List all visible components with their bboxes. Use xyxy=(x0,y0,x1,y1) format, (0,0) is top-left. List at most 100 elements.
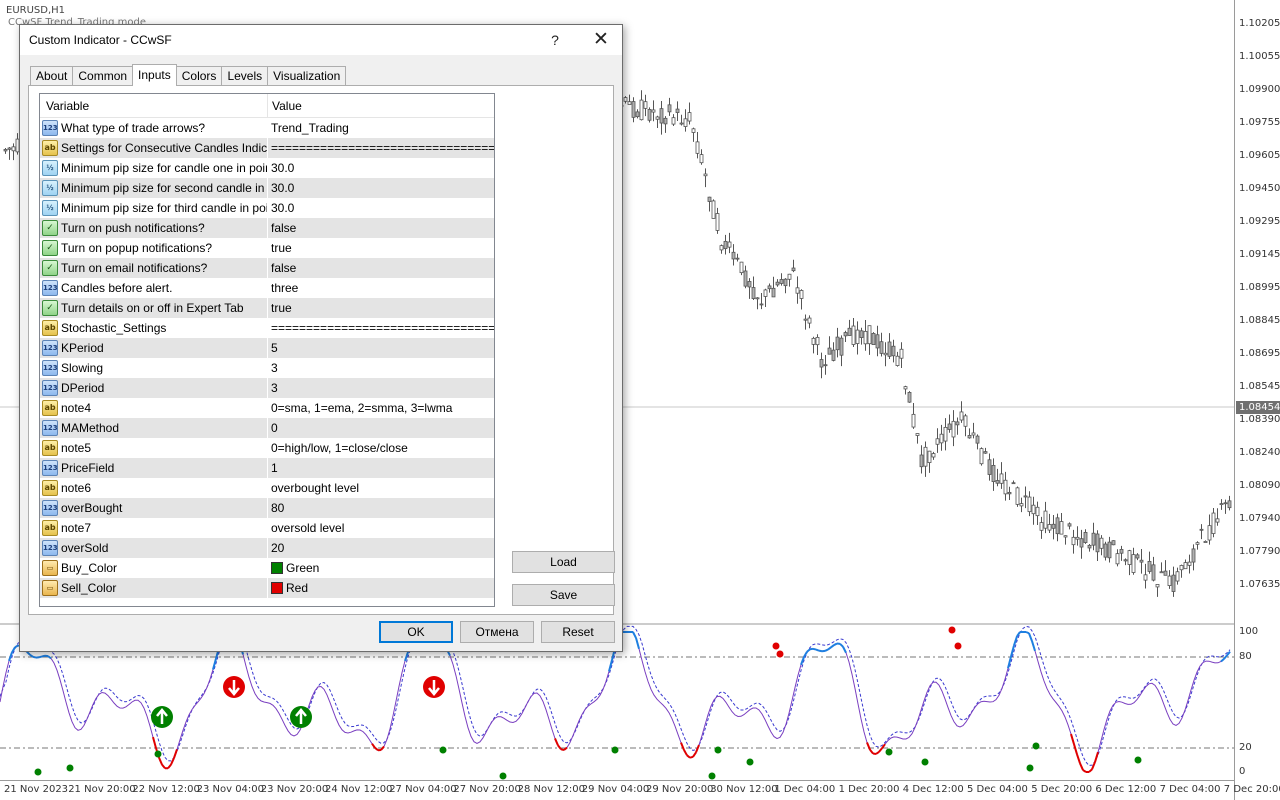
save-button[interactable]: Save xyxy=(512,584,615,606)
value-cell[interactable]: Red xyxy=(268,578,494,598)
candle-body xyxy=(651,109,656,113)
table-row[interactable]: 123 DPeriod 3 xyxy=(40,378,494,398)
close-icon[interactable]: ✕ xyxy=(586,28,616,52)
tab-visualization[interactable]: Visualization xyxy=(267,66,347,86)
value-cell[interactable]: 0=high/low, 1=close/close xyxy=(268,438,494,458)
tab-colors[interactable]: Colors xyxy=(175,66,223,86)
variable-cell[interactable]: 123 DPeriod xyxy=(40,378,268,398)
variable-cell[interactable]: ab note5 xyxy=(40,438,268,458)
value-cell[interactable]: false xyxy=(268,218,494,238)
value-cell[interactable]: 0=sma, 1=ema, 2=smma, 3=lwma xyxy=(268,398,494,418)
candle-body xyxy=(1059,521,1064,535)
value-cell[interactable]: Trend_Trading xyxy=(268,118,494,138)
value-cell[interactable]: false xyxy=(268,258,494,278)
value-cell[interactable]: true xyxy=(268,238,494,258)
value-cell[interactable]: 5 xyxy=(268,338,494,358)
price-axis[interactable]: 1.10205 1.10055 1.09900 1.09755 1.09605 1.094… xyxy=(1234,0,1280,800)
table-row[interactable]: ▭ Sell_Color Red xyxy=(40,578,494,598)
value-cell[interactable]: 20 xyxy=(268,538,494,558)
value-cell[interactable]: overbought level xyxy=(268,478,494,498)
variable-cell[interactable]: ✓ Turn on popup notifications? xyxy=(40,238,268,258)
table-row[interactable]: 123 overSold 20 xyxy=(40,538,494,558)
time-axis[interactable]: 21 Nov 2023 21 Nov 20:00 22 Nov 12:00 23 No… xyxy=(0,780,1280,800)
variable-cell[interactable]: 123 KPeriod xyxy=(40,338,268,358)
candle-body xyxy=(1107,541,1112,559)
value-cell[interactable]: oversold level xyxy=(268,518,494,538)
str-type-icon: ab xyxy=(42,520,58,536)
table-row[interactable]: 123 What type of trade arrows? Trend_Tradi… xyxy=(40,118,494,138)
value-cell[interactable]: three xyxy=(268,278,494,298)
table-row[interactable]: ab Settings for Consecutive Candles Indic… xyxy=(40,138,494,158)
variable-cell[interactable]: ½ Minimum pip size for second candle in p… xyxy=(40,178,268,198)
variable-cell[interactable]: ✓ Turn details on or off in Expert Tab xyxy=(40,298,268,318)
help-button[interactable]: ? xyxy=(540,28,570,52)
ok-button[interactable]: OK xyxy=(379,621,453,643)
value-cell[interactable]: ====================================... xyxy=(268,138,494,158)
table-row[interactable]: 123 MAMethod 0 xyxy=(40,418,494,438)
variable-cell[interactable]: ab note4 xyxy=(40,398,268,418)
value-cell[interactable]: 30.0 xyxy=(268,198,494,218)
cancel-button[interactable]: Отмена xyxy=(460,621,534,643)
value-cell[interactable]: true xyxy=(268,298,494,318)
variable-cell[interactable]: ✓ Turn on email notifications? xyxy=(40,258,268,278)
candle-body xyxy=(867,325,872,345)
variable-cell[interactable]: ab note7 xyxy=(40,518,268,538)
value-cell[interactable]: ===================================... xyxy=(268,318,494,338)
value-cell[interactable]: 0 xyxy=(268,418,494,438)
reset-button[interactable]: Reset xyxy=(541,621,615,643)
variable-cell[interactable]: 123 Candles before alert. xyxy=(40,278,268,298)
dialog-titlebar[interactable]: Custom Indicator - CCwSF ? ✕ xyxy=(20,25,622,55)
value-cell[interactable]: 3 xyxy=(268,358,494,378)
value-cell[interactable]: 30.0 xyxy=(268,178,494,198)
load-button[interactable]: Load xyxy=(512,551,615,573)
variable-cell[interactable]: ▭ Buy_Color xyxy=(40,558,268,578)
variable-cell[interactable]: ab note6 xyxy=(40,478,268,498)
table-row[interactable]: 123 overBought 80 xyxy=(40,498,494,518)
table-row[interactable]: 123 Candles before alert. three xyxy=(40,278,494,298)
table-row[interactable]: ab note7 oversold level xyxy=(40,518,494,538)
table-row[interactable]: ab note6 overbought level xyxy=(40,478,494,498)
table-row[interactable]: ½ Minimum pip size for second candle in p… xyxy=(40,178,494,198)
table-row[interactable]: ✓ Turn on push notifications? false xyxy=(40,218,494,238)
value-cell[interactable]: 1 xyxy=(268,458,494,478)
table-row[interactable]: ab note4 0=sma, 1=ema, 2=smma, 3=lwma xyxy=(40,398,494,418)
table-row[interactable]: ✓ Turn on popup notifications? true xyxy=(40,238,494,258)
table-row[interactable]: 123 PriceField 1 xyxy=(40,458,494,478)
tab-inputs[interactable]: Inputs xyxy=(132,64,177,86)
candle-body xyxy=(1223,502,1228,505)
column-header-variable[interactable]: Variable xyxy=(40,94,268,117)
value-cell[interactable]: Green xyxy=(268,558,494,578)
inputs-grid[interactable]: Variable Value 123 What type of trade arr… xyxy=(39,93,495,607)
table-row[interactable]: ✓ Turn on email notifications? false xyxy=(40,258,494,278)
candle-body xyxy=(831,349,836,361)
table-row[interactable]: 123 Slowing 3 xyxy=(40,358,494,378)
tab-common[interactable]: Common xyxy=(72,66,134,86)
variable-cell[interactable]: ½ Minimum pip size for third candle in po… xyxy=(40,198,268,218)
candle-body xyxy=(643,101,648,109)
variable-cell[interactable]: ab Stochastic_Settings xyxy=(40,318,268,338)
variable-cell[interactable]: ½ Minimum pip size for candle one in poin… xyxy=(40,158,268,178)
variable-cell[interactable]: ▭ Sell_Color xyxy=(40,578,268,598)
table-row[interactable]: ✓ Turn details on or off in Expert Tab tru… xyxy=(40,298,494,318)
column-header-value[interactable]: Value xyxy=(268,94,494,117)
table-row[interactable]: ab note5 0=high/low, 1=close/close xyxy=(40,438,494,458)
tab-levels[interactable]: Levels xyxy=(221,66,269,86)
table-row[interactable]: ▭ Buy_Color Green xyxy=(40,558,494,578)
table-row[interactable]: 123 KPeriod 5 xyxy=(40,338,494,358)
variable-cell[interactable]: 123 What type of trade arrows? xyxy=(40,118,268,138)
variable-cell[interactable]: ab Settings for Consecutive Candles Indic… xyxy=(40,138,268,158)
variable-cell[interactable]: ✓ Turn on push notifications? xyxy=(40,218,268,238)
value-cell[interactable]: 3 xyxy=(268,378,494,398)
variable-cell[interactable]: 123 Slowing xyxy=(40,358,268,378)
value-cell[interactable]: 80 xyxy=(268,498,494,518)
table-row[interactable]: ½ Minimum pip size for third candle in po… xyxy=(40,198,494,218)
variable-cell[interactable]: 123 MAMethod xyxy=(40,418,268,438)
value-cell[interactable]: 30.0 xyxy=(268,158,494,178)
variable-cell[interactable]: 123 overBought xyxy=(40,498,268,518)
variable-cell[interactable]: 123 overSold xyxy=(40,538,268,558)
table-row[interactable]: ½ Minimum pip size for candle one in poin… xyxy=(40,158,494,178)
tab-about[interactable]: About xyxy=(30,66,74,86)
candle-body xyxy=(1007,491,1012,495)
table-row[interactable]: ab Stochastic_Settings ===================… xyxy=(40,318,494,338)
variable-cell[interactable]: 123 PriceField xyxy=(40,458,268,478)
